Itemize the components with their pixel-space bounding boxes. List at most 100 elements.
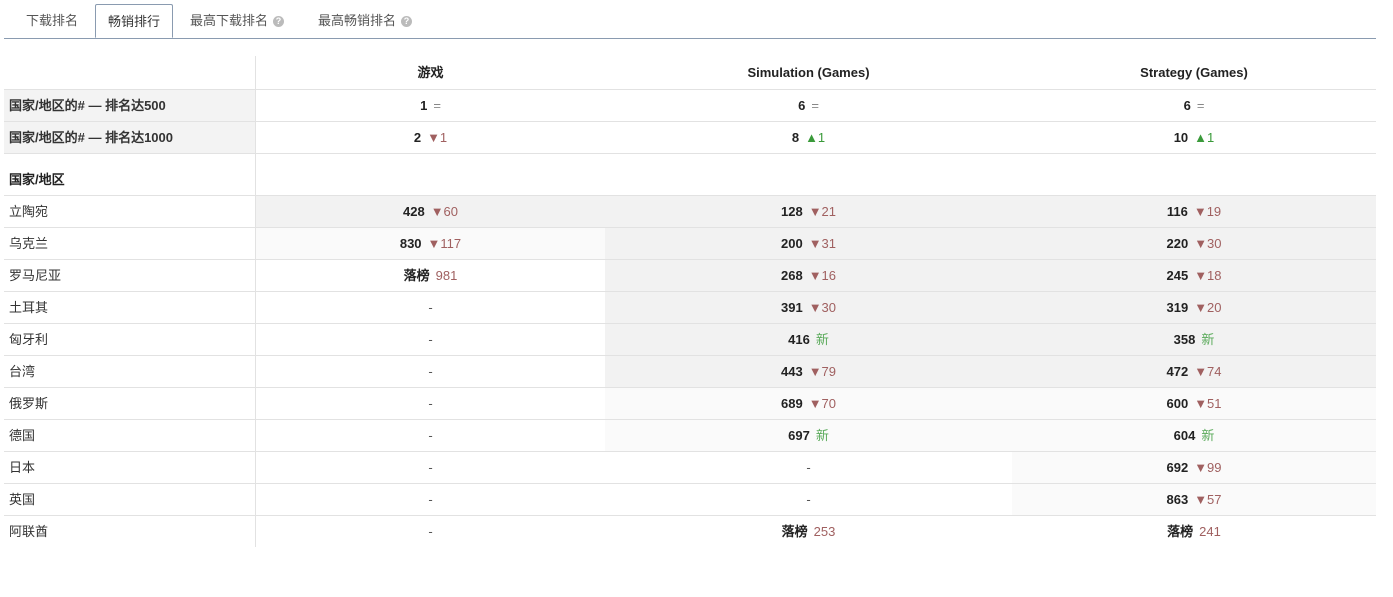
rank-cell: - — [605, 452, 1012, 483]
rank-value: 220 — [1166, 236, 1189, 251]
rank-cell: 落榜 981 — [255, 260, 605, 291]
rank-value: 391 — [780, 300, 803, 315]
empty-rank: - — [428, 332, 433, 347]
rank-value: 830 — [399, 236, 422, 251]
rank-value: 2 — [413, 130, 422, 145]
summary-value: 1 = — [255, 90, 605, 121]
rank-value: 128 — [780, 204, 803, 219]
table-row: 阿联酋 - 落榜 253 落榜 241 — [4, 516, 1376, 548]
country-label: 台湾 — [4, 356, 255, 387]
rank-value: 6 — [1183, 98, 1191, 113]
help-icon[interactable]: ? — [401, 16, 413, 27]
rank-cell: 116 ▼19 — [1012, 196, 1376, 227]
rank-change: 981 — [435, 268, 458, 283]
rank-change: ▼117 — [427, 236, 462, 251]
country-label: 俄罗斯 — [4, 388, 255, 419]
rank-change: ▼70 — [808, 396, 837, 411]
rank-cell: 245 ▼18 — [1012, 260, 1376, 291]
rank-cell: 268 ▼16 — [605, 260, 1012, 291]
tab-top-grossing-rank[interactable]: 最高畅销排名? — [306, 4, 424, 37]
table-row: 台湾 - 443 ▼79 472 ▼74 — [4, 356, 1376, 388]
rank-cell: 落榜 241 — [1012, 516, 1376, 547]
tab-top-downloads-rank[interactable]: 最高下载排名? — [178, 4, 296, 37]
table-row: 俄罗斯 - 689 ▼70 600 ▼51 — [4, 388, 1376, 420]
rank-cell: 319 ▼20 — [1012, 292, 1376, 323]
rank-cell: - — [255, 420, 605, 451]
country-label: 乌克兰 — [4, 228, 255, 259]
rank-cell: 128 ▼21 — [605, 196, 1012, 227]
table-row: 罗马尼亚 落榜 981 268 ▼16 245 ▼18 — [4, 260, 1376, 292]
country-name: 德国 — [9, 428, 36, 443]
summary-value: 2 ▼1 — [255, 122, 605, 153]
rank-change: ▼31 — [808, 236, 837, 251]
summary-row: 国家/地区的# — 排名达500 1 = 6 = 6 = — [4, 90, 1376, 122]
country-label: 罗马尼亚 — [4, 260, 255, 291]
rank-value: 落榜 — [781, 524, 808, 539]
rank-change: ▼30 — [808, 300, 837, 315]
table-row: 乌克兰 830 ▼117 200 ▼31 220 ▼30 — [4, 228, 1376, 260]
rank-cell: 472 ▼74 — [1012, 356, 1376, 387]
rank-cell: 200 ▼31 — [605, 228, 1012, 259]
rank-change: ▼79 — [808, 364, 837, 379]
rank-value: 692 — [1166, 460, 1189, 475]
header-blank — [4, 56, 255, 89]
rank-cell: 830 ▼117 — [255, 228, 605, 259]
rank-cell: - — [255, 356, 605, 387]
empty-rank: - — [428, 460, 433, 475]
summary-label-text: 国家/地区的# — 排名达500 — [9, 98, 166, 113]
rank-value: 358 — [1173, 332, 1196, 347]
section-spacer — [255, 154, 605, 195]
rank-value: 689 — [780, 396, 803, 411]
column-header: Strategy (Games) — [1012, 56, 1376, 89]
rank-change: ▼1 — [427, 130, 448, 145]
summary-value: 10 ▲1 — [1012, 122, 1376, 153]
rank-cell: 692 ▼99 — [1012, 452, 1376, 483]
tab-grossing-rank[interactable]: 畅销排行 — [95, 4, 174, 38]
country-name: 土耳其 — [9, 300, 49, 315]
ranking-tabs: 下载排名 畅销排行 最高下载排名? 最高畅销排名? — [4, 0, 1376, 39]
summary-value: 6 = — [1012, 90, 1376, 121]
empty-rank: - — [806, 460, 811, 475]
rank-value: 428 — [402, 204, 425, 219]
rank-change: = — [811, 98, 819, 113]
rank-change: ▼99 — [1194, 460, 1222, 475]
rank-cell: - — [255, 452, 605, 483]
rank-change: = — [1196, 98, 1205, 113]
rank-change: ▲1 — [1194, 130, 1215, 145]
rank-value: 8 — [791, 130, 800, 145]
country-label: 阿联酋 — [4, 516, 255, 547]
rank-change: ▼18 — [1194, 268, 1222, 283]
rank-change: 新 — [815, 332, 829, 347]
rank-value: 落榜 — [1167, 524, 1194, 539]
country-label: 德国 — [4, 420, 255, 451]
rank-cell: 428 ▼60 — [255, 196, 605, 227]
empty-rank: - — [428, 524, 433, 539]
rank-value: 416 — [788, 332, 810, 347]
rank-value: 268 — [780, 268, 803, 283]
country-label: 立陶宛 — [4, 196, 255, 227]
rank-value: 472 — [1166, 364, 1189, 379]
country-label: 匈牙利 — [4, 324, 255, 355]
tab-downloads-rank[interactable]: 下载排名 — [14, 4, 90, 37]
table-row: 英国 - - 863 ▼57 — [4, 484, 1376, 516]
rank-value: 落榜 — [403, 268, 430, 283]
rank-value: 116 — [1166, 204, 1188, 219]
rank-change: ▼74 — [1194, 364, 1222, 379]
country-name: 乌克兰 — [9, 236, 49, 251]
rank-value: 1 — [420, 98, 428, 113]
rank-cell: 落榜 253 — [605, 516, 1012, 547]
help-icon[interactable]: ? — [273, 16, 285, 27]
column-header-label: Simulation (Games) — [747, 65, 870, 80]
rank-value: 600 — [1166, 396, 1189, 411]
rank-change: ▼16 — [808, 268, 837, 283]
empty-rank: - — [806, 492, 811, 507]
rank-change: ▼57 — [1194, 492, 1222, 507]
column-header-label: 游戏 — [417, 65, 444, 80]
rank-change: ▼60 — [430, 204, 459, 219]
rank-change: = — [433, 98, 441, 113]
column-header: 游戏 — [255, 56, 605, 89]
section-header: 国家/地区 — [4, 154, 1376, 196]
country-name: 匈牙利 — [9, 332, 49, 347]
rank-change: 241 — [1199, 524, 1221, 539]
rank-change: 新 — [815, 428, 829, 443]
